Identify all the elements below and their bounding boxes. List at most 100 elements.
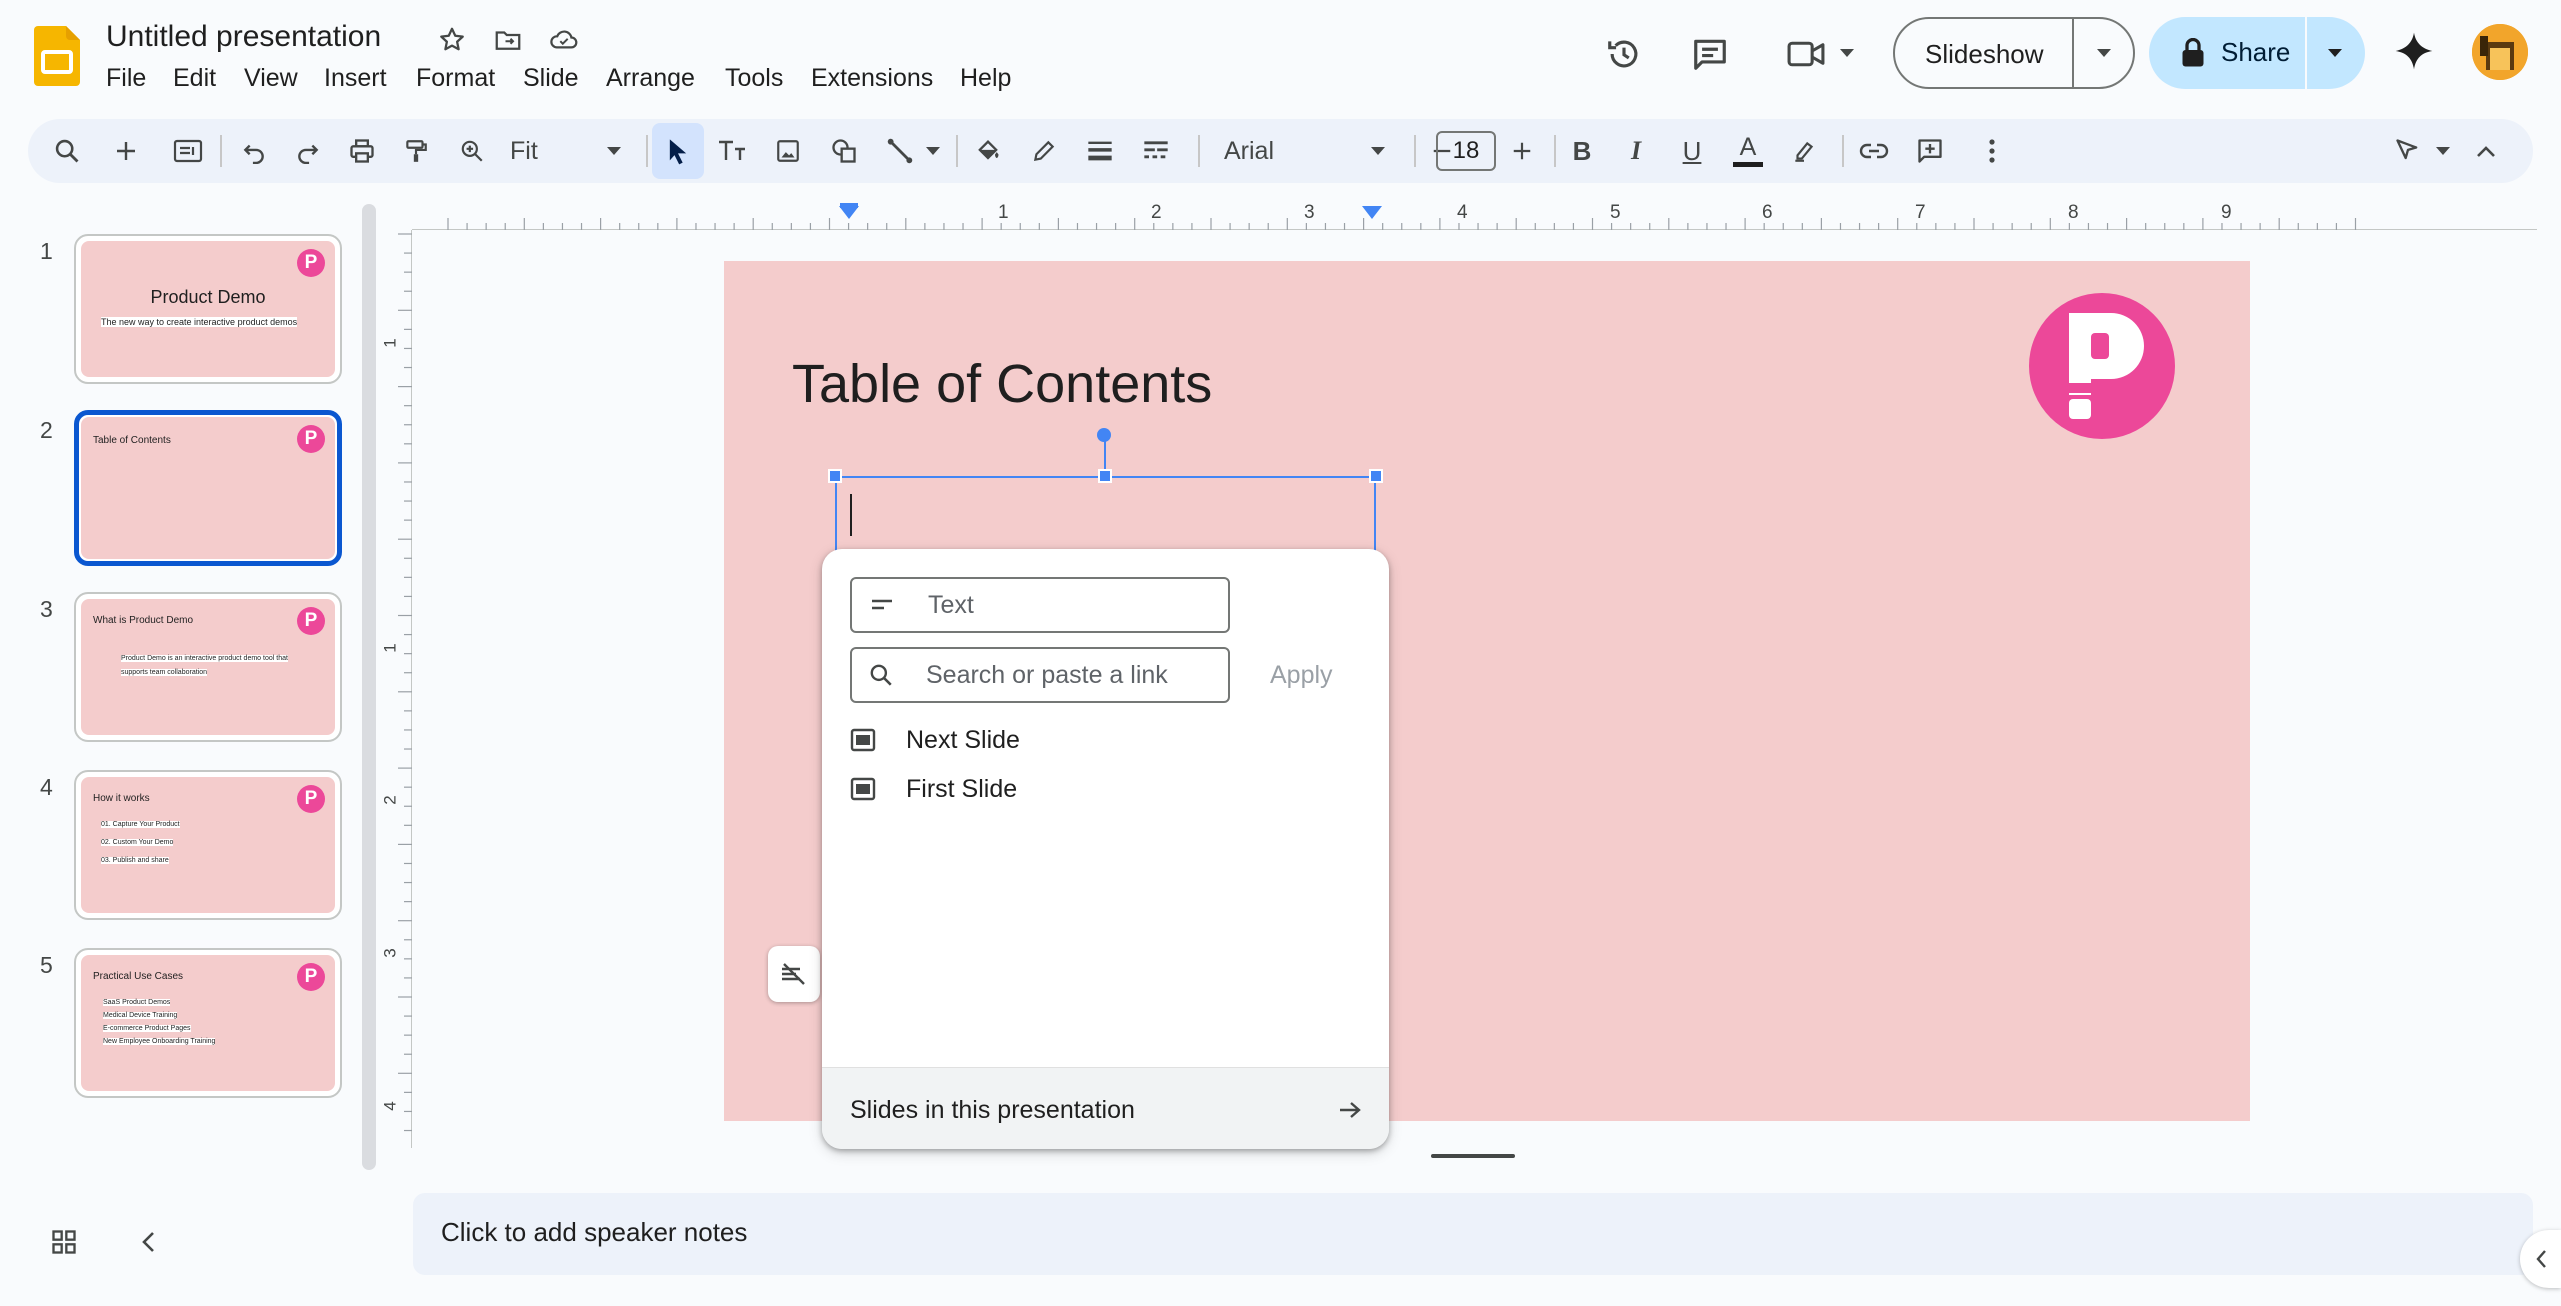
move-folder-icon[interactable] xyxy=(490,22,526,58)
line-dropdown-icon[interactable] xyxy=(922,119,944,183)
layout-button[interactable] xyxy=(168,119,208,183)
notes-resize-handle[interactable] xyxy=(1431,1154,1515,1158)
apply-button[interactable]: Apply xyxy=(1270,661,1333,690)
undo-button[interactable] xyxy=(234,119,274,183)
slide-title[interactable]: Table of Contents xyxy=(792,353,1212,415)
slideshow-button[interactable]: Slideshow xyxy=(1893,17,2135,89)
version-history-icon[interactable] xyxy=(1600,30,1648,78)
editing-mode-dropdown-icon[interactable] xyxy=(2432,119,2454,183)
slide-thumbnail-2[interactable]: P Table of Contents xyxy=(74,410,342,566)
link-option-label: Next Slide xyxy=(906,725,1020,754)
comments-icon[interactable] xyxy=(1686,30,1734,78)
add-comment-button[interactable] xyxy=(1910,119,1950,183)
first-line-indent-marker[interactable] xyxy=(840,203,858,208)
resize-handle[interactable] xyxy=(828,469,842,483)
collapse-toolbar-button[interactable] xyxy=(2466,119,2506,183)
rotate-handle[interactable] xyxy=(1097,428,1111,442)
underline-button[interactable]: U xyxy=(1672,119,1712,183)
increase-font-size-button[interactable] xyxy=(1502,119,1542,183)
highlight-color-button[interactable] xyxy=(1784,119,1824,183)
gemini-sparkle-icon[interactable] xyxy=(2391,28,2437,74)
grid-view-icon[interactable] xyxy=(46,1224,82,1260)
toolbar-divider xyxy=(1554,135,1556,167)
font-family-select[interactable]: Arial xyxy=(1208,119,1404,183)
border-color-button[interactable] xyxy=(1024,119,1064,183)
text-box-selection[interactable] xyxy=(835,476,1376,556)
remove-link-button[interactable] xyxy=(768,946,820,1002)
vertical-ruler[interactable]: 1 1 2 3 4 xyxy=(381,230,412,1148)
horizontal-ruler[interactable]: 1 2 3 4 5 6 7 8 9 xyxy=(412,200,2537,230)
insert-link-button[interactable] xyxy=(1854,119,1894,183)
font-size-field[interactable]: 18 xyxy=(1436,131,1496,171)
menu-format[interactable]: Format xyxy=(416,64,495,93)
menu-edit[interactable]: Edit xyxy=(173,64,216,93)
insert-image-button[interactable] xyxy=(768,119,808,183)
link-text-input[interactable] xyxy=(928,590,1218,620)
chevron-left-icon xyxy=(2535,1250,2546,1268)
text-color-button[interactable]: A xyxy=(1728,119,1768,183)
new-slide-button[interactable] xyxy=(106,119,146,183)
link-option-next-slide[interactable]: Next Slide xyxy=(850,717,1020,763)
paint-format-button[interactable] xyxy=(396,119,436,183)
menu-arrange[interactable]: Arrange xyxy=(606,64,695,93)
cloud-status-icon[interactable] xyxy=(546,22,582,58)
zoom-button[interactable] xyxy=(452,119,492,183)
resize-handle[interactable] xyxy=(1098,469,1112,483)
menu-view[interactable]: View xyxy=(244,64,298,93)
link-url-input[interactable] xyxy=(926,660,1216,690)
border-weight-button[interactable] xyxy=(1080,119,1120,183)
menu-help[interactable]: Help xyxy=(960,64,1011,93)
share-button[interactable]: Share xyxy=(2149,17,2365,89)
thumbnail-list-item: 01. Capture Your Product xyxy=(101,821,180,828)
share-dropdown-icon[interactable] xyxy=(2307,17,2363,89)
redo-button[interactable] xyxy=(288,119,328,183)
slide-logo[interactable] xyxy=(2029,293,2175,439)
link-text-field[interactable] xyxy=(850,577,1230,633)
slide-thumbnail-1[interactable]: P Product Demo The new way to create int… xyxy=(74,234,342,384)
link-icon xyxy=(1859,143,1889,159)
line-button[interactable] xyxy=(880,119,920,183)
zoom-select[interactable]: Fit xyxy=(504,119,634,183)
filmstrip-scrollbar[interactable] xyxy=(362,204,376,1170)
meet-dropdown-icon[interactable] xyxy=(1834,40,1860,66)
right-indent-marker[interactable] xyxy=(1362,206,1382,219)
slides-in-presentation-row[interactable]: Slides in this presentation xyxy=(822,1067,1389,1149)
link-url-field[interactable] xyxy=(850,647,1230,703)
menu-slide[interactable]: Slide xyxy=(523,64,579,93)
account-avatar[interactable] xyxy=(2472,24,2528,80)
slides-logo[interactable] xyxy=(34,26,80,86)
select-tool-button[interactable] xyxy=(652,123,704,179)
slide-number: 2 xyxy=(40,417,53,443)
menu-insert[interactable]: Insert xyxy=(324,64,387,93)
border-dash-button[interactable] xyxy=(1136,119,1176,183)
search-menus-button[interactable] xyxy=(42,119,92,183)
print-button[interactable] xyxy=(342,119,382,183)
menu-extensions[interactable]: Extensions xyxy=(811,64,933,93)
star-icon[interactable] xyxy=(434,22,470,58)
menu-tools[interactable]: Tools xyxy=(725,64,783,93)
link-option-first-slide[interactable]: First Slide xyxy=(850,766,1017,812)
thumbnail-list-item: 02. Custom Your Demo xyxy=(101,839,174,846)
plus-icon xyxy=(1513,142,1531,160)
meet-icon[interactable] xyxy=(1782,30,1830,78)
slide-thumbnail-4[interactable]: P How it works 01. Capture Your Product … xyxy=(74,770,342,920)
editing-mode-button[interactable] xyxy=(2388,119,2428,183)
fill-color-button[interactable] xyxy=(968,119,1008,183)
bold-button[interactable]: B xyxy=(1562,119,1602,183)
italic-button[interactable]: I xyxy=(1616,119,1656,183)
text-box-button[interactable] xyxy=(712,119,752,183)
resize-handle[interactable] xyxy=(1369,469,1383,483)
menu-file[interactable]: File xyxy=(106,64,146,93)
chevron-up-icon xyxy=(2477,146,2495,157)
slide-thumbnail-3[interactable]: P What is Product Demo Product Demo is a… xyxy=(74,592,342,742)
more-options-button[interactable] xyxy=(1972,119,2012,183)
speaker-notes[interactable]: Click to add speaker notes xyxy=(413,1193,2533,1275)
slideshow-dropdown-icon[interactable] xyxy=(2076,19,2132,87)
shape-button[interactable] xyxy=(824,119,864,183)
thumbnail-title: What is Product Demo xyxy=(93,615,194,626)
brand-logo-icon xyxy=(2069,313,2144,419)
slide-thumbnail-5[interactable]: P Practical Use Cases SaaS Product Demos… xyxy=(74,948,342,1098)
thumbnail-list-item: Medical Device Training xyxy=(103,1012,178,1019)
collapse-filmstrip-icon[interactable] xyxy=(130,1224,166,1260)
document-title[interactable]: Untitled presentation xyxy=(106,20,381,54)
